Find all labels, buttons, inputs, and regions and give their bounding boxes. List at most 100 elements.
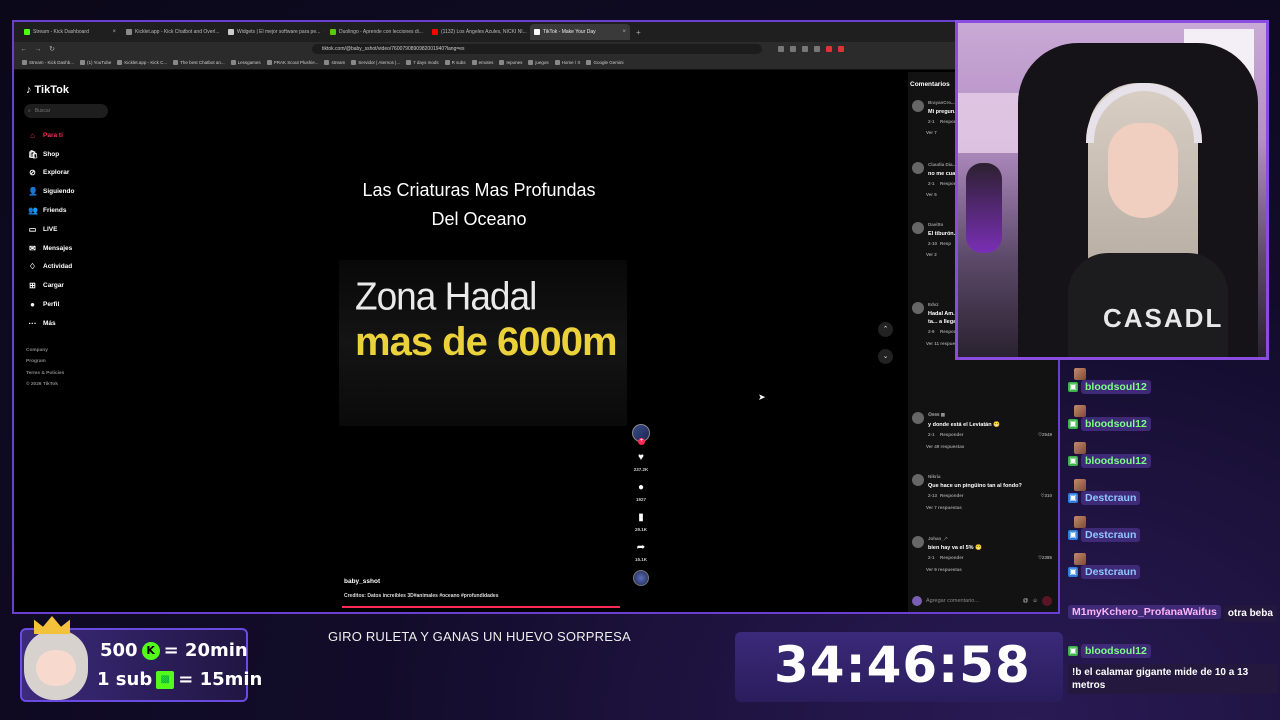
bookmark-item[interactable]: 7 days mods [406,60,439,65]
footer-link[interactable]: Program [26,356,120,368]
bookmark-item[interactable]: emotes [471,60,493,65]
sidebar-item-friends[interactable]: 👥 Friends [24,201,120,220]
comment-author[interactable]: Nikria [928,474,1052,479]
avatar[interactable] [912,100,924,112]
extension-icon[interactable] [814,46,820,52]
browser-tab[interactable]: TikTok - Make Your Day × [530,24,630,40]
comment-author[interactable]: ⵙ666 ▩ [928,412,1052,418]
avatar[interactable] [912,412,924,424]
comment-likes[interactable]: ♡2385 [1038,555,1052,561]
emoji-icon[interactable]: ☺ [1032,598,1038,604]
reply-button[interactable]: Responder [940,555,964,561]
sidebar-item-más[interactable]: ··· Más [24,314,120,333]
sidebar-item-mensajes[interactable]: ✉ Mensajes [24,239,120,258]
music-disc-icon[interactable] [633,570,649,586]
forward-icon[interactable]: → [34,46,42,53]
bookmark-item[interactable]: Kicklet.app - Kick C... [117,60,167,65]
footer-link[interactable]: Terms & Policies [26,368,120,380]
view-replies-button[interactable]: Ver 49 respuestas [926,444,1052,449]
avatar[interactable] [912,536,924,548]
chat-username[interactable]: Destcraun [1081,491,1141,505]
close-icon[interactable]: × [622,29,626,35]
tiktok-logo[interactable]: ♪ TikTok [24,84,120,96]
back-icon[interactable]: ← [20,46,28,53]
chevron-up-icon[interactable]: ⌃ [878,322,893,337]
bookmark-item[interactable]: juegos [528,60,549,65]
send-icon[interactable] [1042,596,1052,606]
mention-icon[interactable]: @ [1023,598,1029,604]
share-action[interactable]: ➦ 15.1K [635,542,647,562]
browser-tab[interactable]: (1132) Los Ángeles Azules, NICKI NI...× [428,24,528,40]
follow-plus-icon[interactable]: + [638,438,645,445]
address-bar[interactable]: tiktok.com/@baby_sshot/video/76007908909… [312,44,762,54]
reply-button[interactable]: Responder [940,432,964,438]
footer-link[interactable]: Company [26,345,120,357]
bookmark-item[interactable]: The best Chatbot an... [173,60,225,65]
bookmark-item[interactable]: Lessgames [230,60,261,65]
chat-username[interactable]: bloodsoul12 [1081,417,1151,431]
chat-username[interactable]: Destcraun [1081,528,1141,542]
save-action[interactable]: ▮ 29.1K [635,512,647,532]
comment-action[interactable]: ● 1927 [636,482,646,502]
bookmark-item[interactable]: Stream - Kick Dashb... [22,60,74,65]
chevron-down-icon[interactable]: ⌄ [878,349,893,364]
reply-button[interactable]: Resp [940,241,951,246]
sidebar-item-explorar[interactable]: ⊘ Explorar [24,164,120,183]
extension-icon[interactable] [838,46,844,52]
browser-tab[interactable]: Widgets | El mejor software para pe...× [224,24,324,40]
bookmark-item[interactable]: R subs [444,60,466,65]
avatar[interactable] [912,162,924,174]
share-icon[interactable]: ➦ [637,542,645,553]
sidebar-item-shop[interactable]: 🛍 Shop [24,145,120,164]
chat-username[interactable]: bloodsoul12 [1081,454,1151,468]
video-progress-bar[interactable] [342,606,621,608]
video-player[interactable]: Zona Hadal mas de 6000m [339,260,627,426]
reply-button[interactable]: Responder [940,493,964,499]
bookmark-item[interactable]: stream [324,60,345,65]
view-replies-button[interactable]: Ver 7 respuestas [926,505,1052,510]
author-name[interactable]: baby_sshot [344,578,634,585]
sidebar-item-actividad[interactable]: ♢ Actividad [24,258,120,277]
chat-username[interactable]: Destcraun [1081,565,1141,579]
avatar[interactable] [912,474,924,486]
new-tab-icon[interactable]: + [632,28,645,37]
comment-author[interactable]: Johan_.^ [928,536,1052,541]
bookmark-item[interactable]: Iepones [499,60,522,65]
video-caption: baby_sshot Creditos: Datos increibles 3D… [344,578,634,599]
bookmark-item[interactable]: PRAK Scout Plushie... [266,60,318,65]
like-action[interactable]: ♥ 237.2K [634,452,649,472]
avatar[interactable] [912,222,924,234]
search-input[interactable]: ⌕ Buscar [24,104,108,118]
extension-icon[interactable] [778,46,784,52]
browser-tab[interactable]: Duolingo - Aprende con lecciones di... × [326,24,426,40]
comment-likes[interactable]: ♡2549 [1038,432,1052,438]
extension-icon[interactable] [790,46,796,52]
add-comment-input[interactable]: Agregar comentario... [926,598,979,604]
bookmark-item[interactable]: Google Gemini [586,60,623,65]
close-icon[interactable]: × [112,29,116,35]
avatar[interactable] [912,302,924,314]
profile-avatar-icon[interactable] [826,46,832,52]
sidebar-item-cargar[interactable]: ⊞ Cargar [24,276,120,295]
sidebar-item-siguiendo[interactable]: 👤 Siguiendo [24,182,120,201]
sidebar-item-para-ti[interactable]: ⌂ Para ti [24,126,120,145]
sidebar-item-live[interactable]: ▭ LIVE [24,220,120,239]
chat-username[interactable]: M1myKchero_ProfanaWaifus [1068,605,1221,619]
bookmark-icon[interactable]: ▮ [638,512,644,523]
bookmark-item[interactable]: Servidor | Aternos |... [351,60,400,65]
comment-likes[interactable]: ♡310 [1040,493,1052,499]
reload-icon[interactable]: ↻ [48,45,56,53]
chat-username[interactable]: bloodsoul12 [1081,380,1151,394]
close-icon[interactable]: × [323,29,324,35]
view-replies-button[interactable]: Ver 9 respuestas [926,567,1052,572]
bookmark-item[interactable]: (1) YouTube [80,60,111,65]
author-avatar[interactable]: + [632,424,650,445]
browser-tab[interactable]: Kicklet.app - Kick Chatbot and Overl...× [122,24,222,40]
heart-icon[interactable]: ♥ [638,452,644,463]
browser-tab[interactable]: Stream - Kick Dashboard × [20,24,120,40]
chat-username[interactable]: bloodsoul12 [1081,644,1151,658]
extension-icon[interactable] [802,46,808,52]
sidebar-item-perfil[interactable]: ● Perfil [24,295,120,314]
bookmark-item[interactable]: Home / X [554,60,580,65]
comment-icon[interactable]: ● [638,482,644,493]
